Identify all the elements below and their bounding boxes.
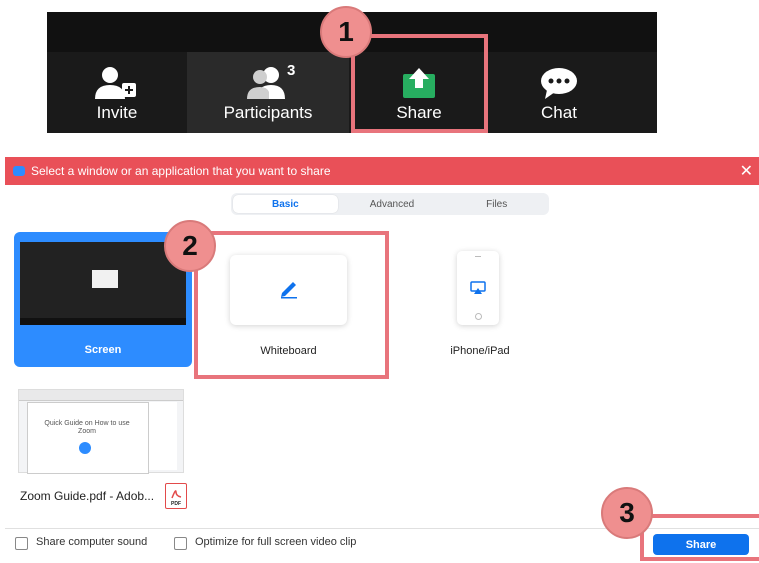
iphone-ipad-label: iPhone/iPad (450, 345, 510, 357)
step2-badge: 2 (164, 220, 216, 272)
chat-label: Chat (541, 103, 577, 122)
dialog-title: Select a window or an application that y… (31, 164, 331, 178)
step1-badge: 1 (320, 6, 372, 58)
screen-label: Screen (84, 344, 122, 356)
screen-thumbnail (20, 242, 186, 325)
phone-speaker (475, 256, 481, 257)
step3-badge: 3 (601, 487, 653, 539)
pdf-window-toolbar (19, 390, 183, 401)
zoom-camera-icon (79, 442, 91, 454)
step2-highlight (194, 231, 389, 379)
tab-advanced[interactable]: Advanced (340, 193, 445, 215)
desktop-logo (92, 270, 118, 288)
tab-files[interactable]: Files (444, 193, 549, 215)
pdf-file-icon: PDF (165, 483, 187, 509)
airplay-icon (470, 281, 486, 300)
participants-count: 3 (287, 62, 296, 79)
step1-highlight (351, 34, 488, 133)
invite-label: Invite (96, 103, 138, 122)
pdf-page (27, 402, 149, 474)
zoom-logo-icon (13, 166, 25, 176)
add-user-icon (94, 66, 140, 105)
people-icon (245, 66, 291, 105)
phone-home-button (475, 313, 482, 320)
share-tabs: Basic Advanced Files (231, 193, 549, 215)
tab-basic[interactable]: Basic (233, 195, 338, 213)
pdf-side-panel (148, 402, 177, 470)
iphone-ipad-tile[interactable] (457, 251, 499, 325)
step3-highlight (640, 514, 759, 561)
pdf-window-label: Zoom Guide.pdf - Adob... (20, 489, 155, 503)
pdf-thumbnail-text: Quick Guide on How to use Zoom (44, 420, 130, 435)
pdf-icon-text: PDF (171, 501, 181, 507)
desktop-taskbar (20, 318, 186, 325)
optimize-video-checkbox[interactable] (174, 537, 187, 550)
dialog-titlebar: Select a window or an application that y… (5, 157, 759, 185)
optimize-video-label: Optimize for full screen video clip (195, 536, 357, 548)
close-icon[interactable]: ✕ (740, 161, 753, 181)
invite-button[interactable]: Invite (47, 52, 187, 133)
share-sound-label: Share computer sound (36, 536, 148, 548)
participants-button[interactable]: 3 Participants (187, 52, 349, 133)
share-sound-checkbox[interactable] (15, 537, 28, 550)
chat-button[interactable]: Chat (489, 52, 629, 133)
chat-bubble-icon (539, 66, 579, 105)
pdf-window-tile[interactable]: Quick Guide on How to use Zoom (18, 389, 184, 474)
participants-label: Participants (223, 103, 313, 122)
